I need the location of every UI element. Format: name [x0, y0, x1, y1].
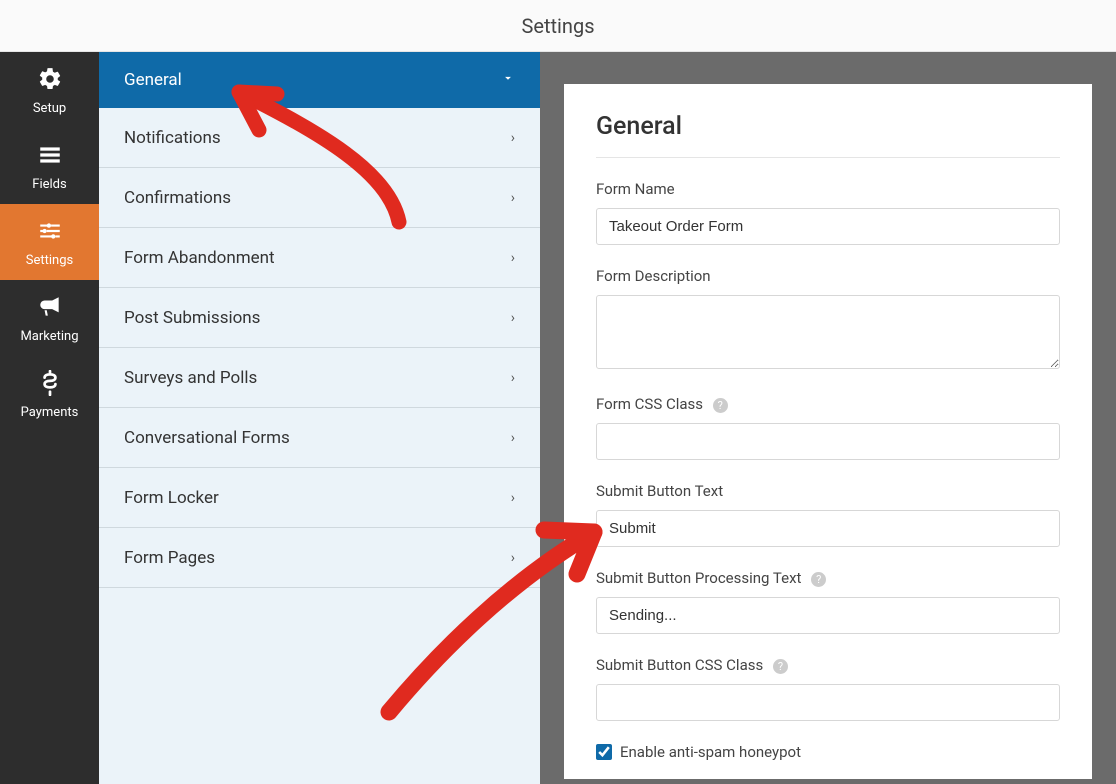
field-label: Form CSS Class ? — [596, 395, 1060, 413]
sidebar-item-label: Surveys and Polls — [124, 368, 257, 388]
chevron-right-icon: › — [511, 370, 515, 386]
help-icon[interactable]: ? — [811, 572, 826, 587]
field-anti-spam: Enable anti-spam honeypot — [596, 743, 1060, 761]
chevron-right-icon: › — [511, 130, 515, 146]
nav-item-label: Settings — [26, 253, 73, 268]
form-css-class-input[interactable] — [596, 423, 1060, 460]
field-submit-button-css-class: Submit Button CSS Class ? — [596, 656, 1060, 721]
page-title: Settings — [521, 14, 594, 38]
submit-button-css-class-input[interactable] — [596, 684, 1060, 721]
help-icon[interactable]: ? — [713, 398, 728, 413]
sidebar-item-post-submissions[interactable]: Post Submissions › — [99, 288, 540, 348]
field-label: Submit Button Text — [596, 482, 1060, 500]
nav-item-label: Setup — [33, 101, 66, 116]
chevron-right-icon: › — [511, 430, 515, 446]
help-icon[interactable]: ? — [773, 659, 788, 674]
sidebar-item-label: Post Submissions — [124, 308, 260, 328]
settings-canvas: General Form Name Form Description Form … — [540, 52, 1116, 784]
sidebar-item-conversational-forms[interactable]: Conversational Forms › — [99, 408, 540, 468]
sidebar-item-form-locker[interactable]: Form Locker › — [99, 468, 540, 528]
nav-item-label: Marketing — [20, 329, 78, 344]
chevron-right-icon: › — [511, 310, 515, 326]
sidebar-item-label: Confirmations — [124, 188, 231, 208]
field-form-description: Form Description — [596, 267, 1060, 373]
dollar-icon — [0, 370, 99, 400]
chevron-right-icon: › — [511, 490, 515, 506]
panel-title: General — [596, 112, 1060, 158]
nav-item-settings[interactable]: Settings — [0, 204, 99, 280]
sidebar-item-label: Notifications — [124, 128, 221, 148]
field-label: Submit Button Processing Text ? — [596, 569, 1060, 587]
sidebar-item-form-pages[interactable]: Form Pages › — [99, 528, 540, 588]
settings-sidebar: General Notifications › Confirmations › … — [99, 52, 540, 784]
sidebar-item-form-abandonment[interactable]: Form Abandonment › — [99, 228, 540, 288]
chevron-down-icon — [501, 71, 515, 89]
field-submit-button-text: Submit Button Text — [596, 482, 1060, 547]
nav-item-marketing[interactable]: Marketing — [0, 280, 99, 356]
sliders-icon — [0, 218, 99, 248]
sidebar-item-notifications[interactable]: Notifications › — [99, 108, 540, 168]
field-label: Form Description — [596, 267, 1060, 285]
left-nav: Setup Fields Settings Marketing Payments — [0, 52, 99, 784]
bullhorn-icon — [0, 294, 99, 324]
page-header: Settings — [0, 0, 1116, 52]
general-panel: General Form Name Form Description Form … — [564, 84, 1092, 779]
sidebar-item-label: Form Locker — [124, 488, 219, 508]
form-name-input[interactable] — [596, 208, 1060, 245]
field-form-name: Form Name — [596, 180, 1060, 245]
nav-item-payments[interactable]: Payments — [0, 356, 99, 432]
sidebar-item-label: Conversational Forms — [124, 428, 290, 448]
chevron-right-icon: › — [511, 250, 515, 266]
checkbox-label: Enable anti-spam honeypot — [620, 743, 801, 761]
sidebar-item-label: Form Abandonment — [124, 248, 275, 268]
field-label: Form Name — [596, 180, 1060, 198]
sidebar-item-surveys-and-polls[interactable]: Surveys and Polls › — [99, 348, 540, 408]
sidebar-item-confirmations[interactable]: Confirmations › — [99, 168, 540, 228]
gear-icon — [0, 66, 99, 96]
submit-button-text-input[interactable] — [596, 510, 1060, 547]
nav-item-label: Fields — [32, 177, 66, 192]
nav-item-fields[interactable]: Fields — [0, 128, 99, 204]
anti-spam-checkbox[interactable] — [596, 744, 612, 760]
field-label: Submit Button CSS Class ? — [596, 656, 1060, 674]
sidebar-item-label: General — [124, 70, 182, 90]
sidebar-item-label: Form Pages — [124, 548, 215, 568]
nav-item-setup[interactable]: Setup — [0, 52, 99, 128]
field-form-css-class: Form CSS Class ? — [596, 395, 1060, 460]
chevron-right-icon: › — [511, 190, 515, 206]
nav-item-label: Payments — [21, 405, 79, 420]
form-description-textarea[interactable] — [596, 295, 1060, 369]
submit-button-processing-text-input[interactable] — [596, 597, 1060, 634]
sidebar-item-general[interactable]: General — [99, 52, 540, 108]
list-icon — [0, 142, 99, 172]
field-submit-button-processing-text: Submit Button Processing Text ? — [596, 569, 1060, 634]
chevron-right-icon: › — [511, 550, 515, 566]
